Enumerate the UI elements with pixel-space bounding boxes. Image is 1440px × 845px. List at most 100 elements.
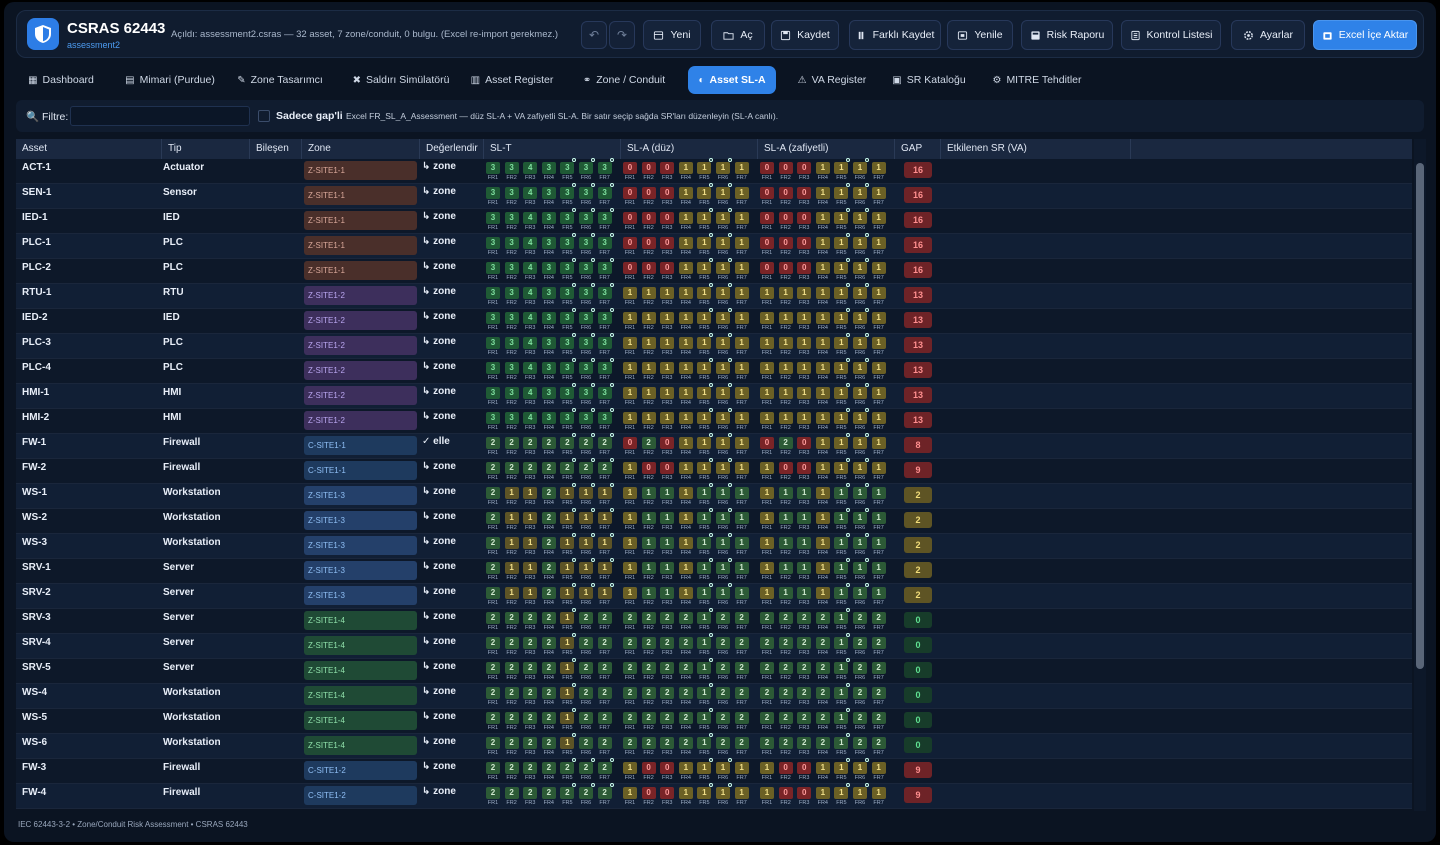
zone-select[interactable]: Z-SITE1-3 — [304, 586, 417, 605]
sl-value-cell[interactable]: 2 — [641, 437, 656, 449]
sl-value-cell[interactable]: 1 — [678, 512, 693, 524]
sl-value-cell[interactable]: 2 — [579, 662, 593, 674]
column-header[interactable]: Etkilenen SR (VA) — [941, 139, 1131, 159]
table-row[interactable]: HMI-1 HMI Z-SITE1-2 ↳ zone 3 FR1 3 FR2 4 FR3 3 FR4 3… — [16, 383, 1412, 409]
sl-value-cell[interactable]: 1 — [697, 737, 712, 749]
sl-value-cell[interactable]: 1 — [504, 487, 519, 499]
zone-select[interactable]: Z-SITE1-3 — [304, 561, 417, 580]
sl-value-cell[interactable]: 1 — [678, 587, 693, 599]
table-row[interactable]: IED-1 IED Z-SITE1-1 ↳ zone 3 FR1 3 FR2 4 FR3 3 FR4 3… — [16, 208, 1412, 234]
sl-value-cell[interactable]: 3 — [541, 262, 556, 274]
sl-value-cell[interactable]: 1 — [760, 462, 774, 474]
sl-value-cell[interactable]: 2 — [641, 637, 656, 649]
sl-value-cell[interactable]: 0 — [641, 237, 656, 249]
sl-value-cell[interactable]: 1 — [560, 562, 575, 574]
sl-value-cell[interactable]: 3 — [597, 312, 612, 324]
sl-value-cell[interactable]: 2 — [797, 637, 812, 649]
sl-value-cell[interactable]: 1 — [871, 787, 886, 799]
sl-value-cell[interactable]: 0 — [623, 437, 637, 449]
sl-value-cell[interactable]: 1 — [697, 512, 712, 524]
sl-target-cells[interactable]: 2 FR1 2 FR2 2 FR3 2 FR4 2 FR5 2 FR6 2 FR7 — [486, 783, 616, 807]
sl-value-cell[interactable]: 1 — [815, 162, 830, 174]
sl-value-cell[interactable]: 1 — [797, 537, 812, 549]
sl-value-cell[interactable]: 3 — [504, 337, 519, 349]
sl-value-cell[interactable]: 1 — [579, 487, 593, 499]
sl-value-cell[interactable]: 2 — [504, 662, 519, 674]
sl-value-cell[interactable]: 2 — [853, 637, 867, 649]
sl-value-cell[interactable]: 3 — [579, 187, 593, 199]
sl-value-cell[interactable]: 1 — [815, 262, 830, 274]
sl-value-cell[interactable]: 2 — [760, 737, 774, 749]
tab-mimari-purdue[interactable]: ▤ Mimari (Purdue) — [116, 66, 224, 94]
sl-value-cell[interactable]: 3 — [560, 287, 575, 299]
sl-value-cell[interactable]: 1 — [834, 512, 849, 524]
sl-value-cell[interactable]: 1 — [853, 487, 867, 499]
sl-value-cell[interactable]: 2 — [523, 787, 538, 799]
sl-value-cell[interactable]: 1 — [853, 187, 867, 199]
sl-value-cell[interactable]: 0 — [797, 262, 812, 274]
sl-achieved-cells[interactable]: 1 FR1 1 FR2 1 FR3 1 FR4 1 FR5 1 FR6 1 FR7 — [623, 308, 753, 332]
zone-select[interactable]: Z-SITE1-4 — [304, 661, 417, 680]
sl-value-cell[interactable]: 3 — [486, 262, 500, 274]
sl-value-cell[interactable]: 1 — [660, 487, 675, 499]
sl-value-cell[interactable]: 4 — [523, 337, 538, 349]
sl-value-cell[interactable]: 2 — [579, 687, 593, 699]
sl-value-cell[interactable]: 1 — [660, 412, 675, 424]
sl-value-cell[interactable]: 1 — [815, 237, 830, 249]
sl-vulnerable-cells[interactable]: 1 FR1 1 FR2 1 FR3 1 FR4 1 FR5 1 FR6 1 FR7 — [760, 383, 890, 407]
sl-value-cell[interactable]: 1 — [660, 387, 675, 399]
sl-value-cell[interactable]: 2 — [541, 662, 556, 674]
sl-value-cell[interactable]: 2 — [541, 487, 556, 499]
sl-value-cell[interactable]: 1 — [641, 587, 656, 599]
zone-select[interactable]: Z-SITE1-2 — [304, 311, 417, 330]
sl-value-cell[interactable]: 1 — [697, 437, 712, 449]
zone-select[interactable]: Z-SITE1-3 — [304, 536, 417, 555]
sl-value-cell[interactable]: 3 — [560, 237, 575, 249]
sl-value-cell[interactable]: 1 — [834, 287, 849, 299]
sl-value-cell[interactable]: 1 — [734, 287, 749, 299]
sl-value-cell[interactable]: 3 — [486, 187, 500, 199]
sl-value-cell[interactable]: 2 — [486, 512, 500, 524]
table-row[interactable]: SRV-2 Server Z-SITE1-3 ↳ zone 2 FR1 1 FR2 1 FR3 2 F… — [16, 583, 1412, 609]
sl-value-cell[interactable]: 1 — [760, 487, 774, 499]
sl-value-cell[interactable]: 1 — [641, 412, 656, 424]
sl-value-cell[interactable]: 2 — [623, 737, 637, 749]
sl-value-cell[interactable]: 0 — [641, 462, 656, 474]
sl-value-cell[interactable]: 1 — [853, 412, 867, 424]
sl-value-cell[interactable]: 1 — [560, 687, 575, 699]
sl-value-cell[interactable]: 1 — [734, 762, 749, 774]
sl-value-cell[interactable]: 3 — [560, 412, 575, 424]
sl-value-cell[interactable]: 0 — [641, 187, 656, 199]
farklı-kaydet-button[interactable]: Farklı Kaydet — [849, 20, 941, 50]
sl-value-cell[interactable]: 2 — [560, 437, 575, 449]
sl-target-cells[interactable]: 2 FR1 1 FR2 1 FR3 2 FR4 1 FR5 1 FR6 1 FR7 — [486, 483, 616, 507]
sl-achieved-cells[interactable]: 1 FR1 1 FR2 1 FR3 1 FR4 1 FR5 1 FR6 1 FR7 — [623, 583, 753, 607]
sl-value-cell[interactable]: 2 — [716, 712, 730, 724]
sl-value-cell[interactable]: 1 — [734, 412, 749, 424]
sl-target-cells[interactable]: 2 FR1 2 FR2 2 FR3 2 FR4 1 FR5 2 FR6 2 FR7 — [486, 633, 616, 657]
sl-value-cell[interactable]: 1 — [716, 237, 730, 249]
sl-value-cell[interactable]: 4 — [523, 312, 538, 324]
sl-value-cell[interactable]: 0 — [623, 187, 637, 199]
sl-value-cell[interactable]: 2 — [815, 637, 830, 649]
sl-value-cell[interactable]: 1 — [834, 587, 849, 599]
sl-value-cell[interactable]: 0 — [778, 462, 793, 474]
sl-target-cells[interactable]: 3 FR1 3 FR2 4 FR3 3 FR4 3 FR5 3 FR6 3 FR7 — [486, 158, 616, 182]
sl-value-cell[interactable]: 1 — [760, 537, 774, 549]
sl-value-cell[interactable]: 4 — [523, 212, 538, 224]
sl-value-cell[interactable]: 2 — [541, 437, 556, 449]
table-row[interactable]: SRV-5 Server Z-SITE1-4 ↳ zone 2 FR1 2 FR2 2 FR3 2 F… — [16, 658, 1412, 684]
sl-value-cell[interactable]: 0 — [660, 762, 675, 774]
sl-value-cell[interactable]: 1 — [678, 562, 693, 574]
sl-value-cell[interactable]: 2 — [871, 637, 886, 649]
sl-value-cell[interactable]: 1 — [678, 762, 693, 774]
sl-value-cell[interactable]: 1 — [815, 462, 830, 474]
zone-select[interactable]: C-SITE1-2 — [304, 761, 417, 780]
sl-value-cell[interactable]: 1 — [734, 562, 749, 574]
sl-value-cell[interactable]: 2 — [597, 612, 612, 624]
sl-value-cell[interactable]: 3 — [541, 212, 556, 224]
table-row[interactable]: WS-4 Workstation Z-SITE1-4 ↳ zone 2 FR1 2 FR2 2 F… — [16, 683, 1412, 709]
sl-achieved-cells[interactable]: 0 FR1 0 FR2 0 FR3 1 FR4 1 FR5 1 FR6 1 FR7 — [623, 233, 753, 257]
sl-value-cell[interactable]: 1 — [697, 312, 712, 324]
tab-mitre-tehditler[interactable]: ⚙ MITRE Tehditler — [984, 66, 1090, 94]
